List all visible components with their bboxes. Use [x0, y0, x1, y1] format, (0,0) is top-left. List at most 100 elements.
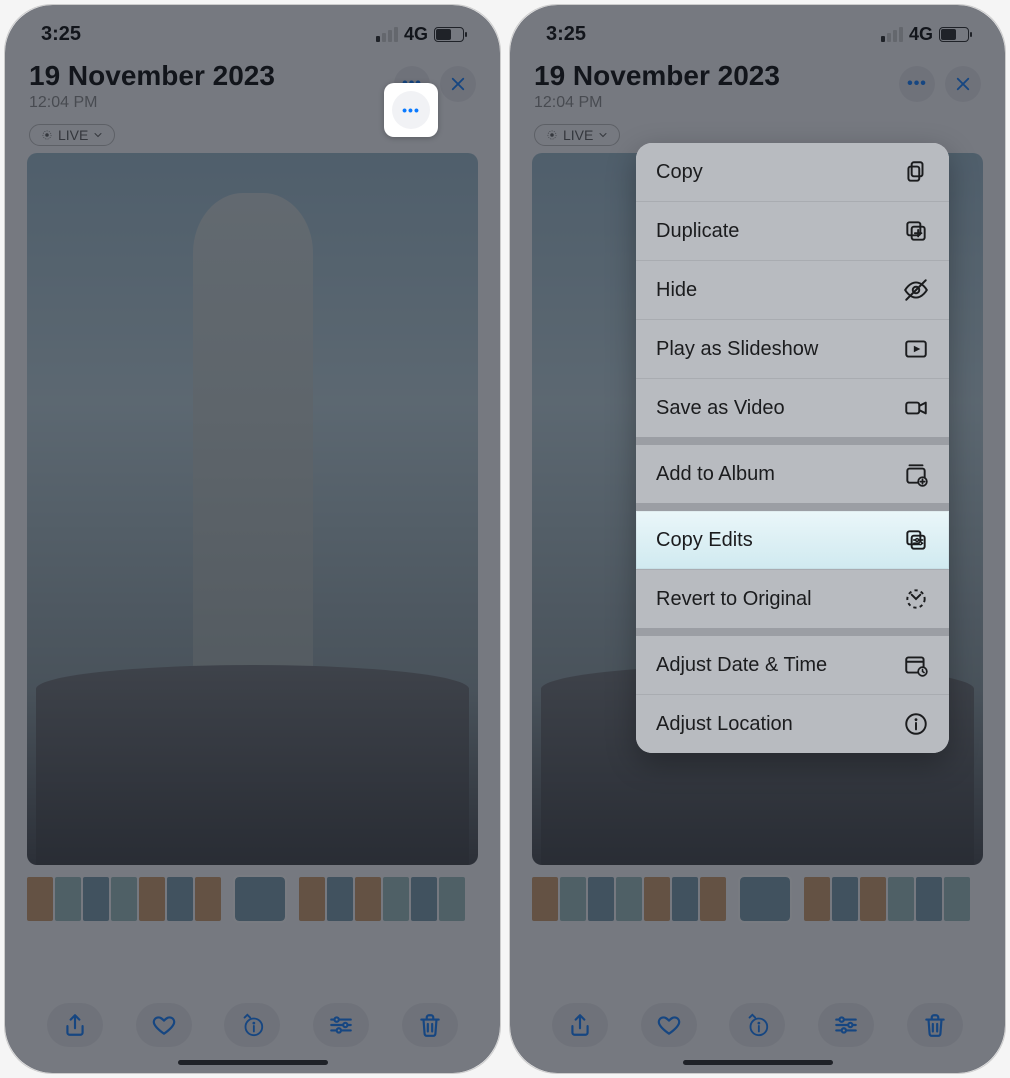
- close-button[interactable]: [440, 66, 476, 102]
- share-icon: [62, 1012, 88, 1038]
- thumbnail[interactable]: [560, 877, 586, 921]
- menu-separator: [636, 503, 949, 511]
- network-label: 4G: [909, 24, 933, 45]
- thumbnail[interactable]: [355, 877, 381, 921]
- context-menu: Copy Duplicate Hide Play as Slideshow Sa…: [636, 143, 949, 753]
- thumbnail[interactable]: [916, 877, 942, 921]
- menu-copy-edits[interactable]: Copy Edits: [636, 511, 949, 569]
- favorite-button[interactable]: [641, 1003, 697, 1047]
- live-label: LIVE: [58, 127, 88, 143]
- thumbnail-strip[interactable]: [532, 877, 983, 921]
- thumbnail[interactable]: [139, 877, 165, 921]
- heart-icon: [151, 1012, 177, 1038]
- live-photo-chip[interactable]: LIVE: [534, 124, 620, 146]
- thumbnail[interactable]: [195, 877, 221, 921]
- thumbnail[interactable]: [672, 877, 698, 921]
- thumbnail[interactable]: [804, 877, 830, 921]
- menu-save-as-video[interactable]: Save as Video: [636, 378, 949, 437]
- delete-button[interactable]: [402, 1003, 458, 1047]
- thumbnail-selected[interactable]: [740, 877, 790, 921]
- more-button[interactable]: •••: [899, 66, 935, 102]
- photo-time: 12:04 PM: [29, 94, 275, 112]
- home-indicator[interactable]: [178, 1060, 328, 1065]
- thumbnail[interactable]: [439, 877, 465, 921]
- thumbnail[interactable]: [888, 877, 914, 921]
- live-icon: [545, 128, 559, 142]
- highlight-more-button[interactable]: •••: [384, 83, 438, 137]
- play-rect-icon: [903, 336, 929, 362]
- eye-slash-icon: [903, 277, 929, 303]
- menu-hide[interactable]: Hide: [636, 260, 949, 319]
- thumbnail-strip[interactable]: [27, 877, 478, 921]
- info-button[interactable]: [224, 1003, 280, 1047]
- thumbnail[interactable]: [83, 877, 109, 921]
- header: 19 November 2023 12:04 PM •••: [510, 52, 1005, 116]
- network-label: 4G: [404, 24, 428, 45]
- info-icon: [239, 1012, 265, 1038]
- thumbnail[interactable]: [860, 877, 886, 921]
- thumbnail[interactable]: [327, 877, 353, 921]
- chevron-down-icon: [92, 129, 104, 141]
- menu-label: Hide: [656, 279, 697, 302]
- info-icon: [744, 1012, 770, 1038]
- edit-button[interactable]: [818, 1003, 874, 1047]
- menu-label: Play as Slideshow: [656, 338, 818, 361]
- menu-adjust-location[interactable]: Adjust Location: [636, 694, 949, 753]
- menu-label: Save as Video: [656, 397, 785, 420]
- menu-add-to-album[interactable]: Add to Album: [636, 445, 949, 503]
- thumbnail[interactable]: [944, 877, 970, 921]
- info-circle-icon: [903, 711, 929, 737]
- menu-revert-original[interactable]: Revert to Original: [636, 569, 949, 628]
- edit-button[interactable]: [313, 1003, 369, 1047]
- documents-icon: [903, 159, 929, 185]
- thumbnail[interactable]: [111, 877, 137, 921]
- thumbnail[interactable]: [832, 877, 858, 921]
- menu-label: Duplicate: [656, 220, 739, 243]
- thumbnail[interactable]: [700, 877, 726, 921]
- info-button[interactable]: [729, 1003, 785, 1047]
- menu-duplicate[interactable]: Duplicate: [636, 201, 949, 260]
- share-button[interactable]: [552, 1003, 608, 1047]
- photo-time: 12:04 PM: [534, 94, 780, 112]
- close-button[interactable]: [945, 66, 981, 102]
- ellipsis-icon: •••: [907, 75, 927, 93]
- thumbnail[interactable]: [383, 877, 409, 921]
- signal-icon: [376, 27, 398, 42]
- thumbnail[interactable]: [55, 877, 81, 921]
- thumbnail[interactable]: [299, 877, 325, 921]
- bottom-toolbar: [510, 1003, 1005, 1047]
- thumbnail[interactable]: [644, 877, 670, 921]
- thumbnail[interactable]: [616, 877, 642, 921]
- bottom-toolbar: [5, 1003, 500, 1047]
- close-icon: [954, 75, 972, 93]
- duplicate-icon: [903, 218, 929, 244]
- menu-separator: [636, 437, 949, 445]
- live-photo-chip[interactable]: LIVE: [29, 124, 115, 146]
- delete-button[interactable]: [907, 1003, 963, 1047]
- menu-label: Copy: [656, 161, 703, 184]
- photo-date: 19 November 2023: [29, 60, 275, 92]
- menu-play-slideshow[interactable]: Play as Slideshow: [636, 319, 949, 378]
- menu-label: Adjust Location: [656, 713, 793, 736]
- thumbnail-selected[interactable]: [235, 877, 285, 921]
- thumbnail[interactable]: [27, 877, 53, 921]
- status-time: 3:25: [41, 23, 81, 46]
- photo-date: 19 November 2023: [534, 60, 780, 92]
- battery-icon: [434, 27, 464, 42]
- chevron-down-icon: [597, 129, 609, 141]
- share-button[interactable]: [47, 1003, 103, 1047]
- home-indicator[interactable]: [683, 1060, 833, 1065]
- thumbnail[interactable]: [532, 877, 558, 921]
- favorite-button[interactable]: [136, 1003, 192, 1047]
- heart-icon: [656, 1012, 682, 1038]
- menu-copy[interactable]: Copy: [636, 143, 949, 201]
- photo-viewer[interactable]: [27, 153, 478, 865]
- thumbnail[interactable]: [411, 877, 437, 921]
- thumbnail[interactable]: [167, 877, 193, 921]
- trash-icon: [417, 1012, 443, 1038]
- sliders-icon: [328, 1012, 354, 1038]
- menu-adjust-date-time[interactable]: Adjust Date & Time: [636, 636, 949, 694]
- thumbnail[interactable]: [588, 877, 614, 921]
- sliders-icon: [833, 1012, 859, 1038]
- trash-icon: [922, 1012, 948, 1038]
